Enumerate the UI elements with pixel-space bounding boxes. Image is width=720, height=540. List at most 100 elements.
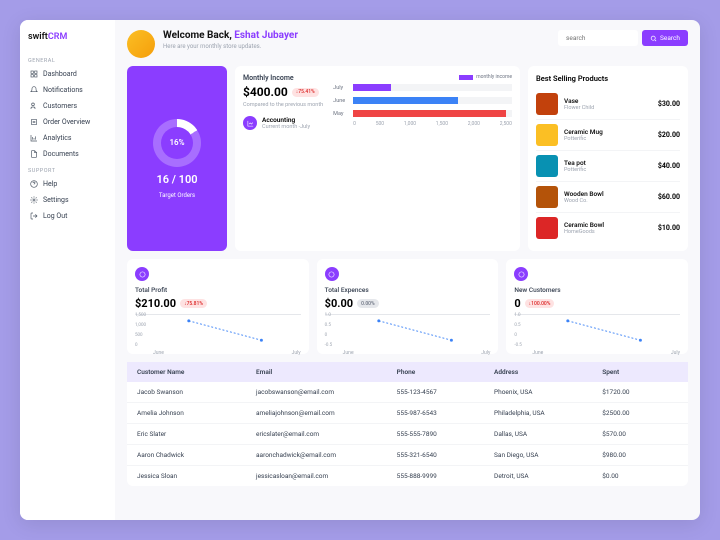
sidebar-item-help[interactable]: Help <box>28 176 107 192</box>
table-cell: jacobswanson@email.com <box>256 388 397 396</box>
sidebar-item-customers[interactable]: Customers <box>28 98 107 114</box>
table-cell: jessicasloan@email.com <box>256 472 397 480</box>
logo: swiftCRM <box>28 30 107 48</box>
accounting-title: Accounting <box>262 116 310 124</box>
stat-card-total-profit: Total Profit$210.00↓75.81%1,5001,0005000… <box>127 259 309 354</box>
table-header-cell[interactable]: Spent <box>602 368 678 376</box>
table-cell: 555-123-4567 <box>397 388 494 396</box>
bar-row: July <box>333 84 512 91</box>
greeting: Welcome Back, Eshat Jubayer Here are you… <box>163 30 298 50</box>
sparkline: 1.00.50-0.5JuneJuly <box>514 314 680 346</box>
orders-count: 16 / 100 <box>156 173 197 186</box>
table-header-cell[interactable]: Email <box>256 368 397 376</box>
sparkline: 1.00.50-0.5JuneJuly <box>325 314 491 346</box>
table-cell: ameliajohnson@email.com <box>256 409 397 417</box>
stat-card-new-customers: New Customers0↓100.00%1.00.50-0.5JuneJul… <box>506 259 688 354</box>
product-image <box>536 217 558 239</box>
sidebar-item-order-overview[interactable]: Order Overview <box>28 114 107 130</box>
topbar: Welcome Back, Eshat Jubayer Here are you… <box>127 30 688 58</box>
sidebar-item-label: Log Out <box>43 212 67 220</box>
stat-icon <box>325 267 339 281</box>
sidebar-item-label: Dashboard <box>43 70 77 78</box>
stat-card-total-expences: Total Expences$0.000.00%1.00.50-0.5JuneJ… <box>317 259 499 354</box>
sidebar-item-label: Analytics <box>43 134 72 142</box>
product-price: $10.00 <box>658 224 680 232</box>
sidebar-item-label: Help <box>43 180 57 188</box>
product-row[interactable]: VaseFlower Child$30.00 <box>536 89 680 120</box>
product-name: Wooden Bowl <box>564 190 652 198</box>
table-header-cell[interactable]: Customer Name <box>137 368 256 376</box>
table-row[interactable]: Jacob Swansonjacobswanson@email.com555-1… <box>127 382 688 403</box>
table-cell: $570.00 <box>602 430 678 438</box>
sidebar-item-documents[interactable]: Documents <box>28 146 107 162</box>
product-price: $60.00 <box>658 193 680 201</box>
product-row[interactable]: Wooden BowlWood Co. $60.00 <box>536 182 680 213</box>
table-cell: 555-987-6543 <box>397 409 494 417</box>
stat-icon <box>135 267 149 281</box>
chart-icon <box>30 134 38 142</box>
sidebar-item-label: Settings <box>43 196 69 204</box>
table-cell: $980.00 <box>602 451 678 459</box>
product-name: Vase <box>564 97 652 105</box>
welcome-heading: Welcome Back, Eshat Jubayer <box>163 30 298 41</box>
accounting-block[interactable]: AccountingCurrent month -July <box>243 116 323 130</box>
product-price: $20.00 <box>658 131 680 139</box>
sidebar-item-dashboard[interactable]: Dashboard <box>28 66 107 82</box>
table-cell: $0.00 <box>602 472 678 480</box>
search-input[interactable] <box>558 30 638 46</box>
best-selling-title: Best Selling Products <box>536 74 680 83</box>
sidebar-item-label: Documents <box>43 150 79 158</box>
product-sub: HomeGoods <box>564 229 652 235</box>
orders-label: Target Orders <box>159 192 195 199</box>
stat-change-badge: ↓75.81% <box>180 299 207 308</box>
table-cell: Detroit, USA <box>494 472 602 480</box>
monthly-income-card: Monthly Income $400.00↓75.41% Compared t… <box>235 66 520 251</box>
sidebar-item-label: Customers <box>43 102 77 110</box>
income-amount: $400.00↓75.41% <box>243 85 323 99</box>
product-image <box>536 93 558 115</box>
table-row[interactable]: Jessica Sloanjessicasloan@email.com555-8… <box>127 466 688 486</box>
accounting-icon <box>243 116 257 130</box>
table-cell: Eric Slater <box>137 430 256 438</box>
table-header-cell[interactable]: Address <box>494 368 602 376</box>
table-header-cell[interactable]: Phone <box>397 368 494 376</box>
table-cell: 555-555-7890 <box>397 430 494 438</box>
product-image <box>536 155 558 177</box>
product-sub: Wood Co. <box>564 198 652 204</box>
table-cell: Jacob Swanson <box>137 388 256 396</box>
stat-title: New Customers <box>514 286 680 294</box>
stat-change-badge: 0.00% <box>357 299 379 308</box>
stat-title: Total Expences <box>325 286 491 294</box>
file-icon <box>30 150 38 158</box>
main-content: Welcome Back, Eshat Jubayer Here are you… <box>115 20 700 520</box>
table-cell: Aaron Chadwick <box>137 451 256 459</box>
accounting-sub: Current month -July <box>262 124 310 130</box>
product-name: Ceramic Mug <box>564 128 652 136</box>
table-cell: Amelia Johnson <box>137 409 256 417</box>
avatar[interactable] <box>127 30 155 58</box>
income-change-badge: ↓75.41% <box>292 88 319 97</box>
sidebar-item-settings[interactable]: Settings <box>28 192 107 208</box>
sidebar-item-log-out[interactable]: Log Out <box>28 208 107 224</box>
sidebar-item-analytics[interactable]: Analytics <box>28 130 107 146</box>
bell-icon <box>30 86 38 94</box>
table-row[interactable]: Amelia Johnsonameliajohnson@email.com555… <box>127 403 688 424</box>
product-sub: Potterific <box>564 136 652 142</box>
table-row[interactable]: Eric Slaterericslater@email.com555-555-7… <box>127 424 688 445</box>
bar-row: May <box>333 110 512 117</box>
product-row[interactable]: Ceramic MugPotterific $20.00 <box>536 120 680 151</box>
stat-value: $210.00↓75.81% <box>135 297 301 310</box>
product-row[interactable]: Ceramic BowlHomeGoods$10.00 <box>536 213 680 243</box>
table-cell: Dallas, USA <box>494 430 602 438</box>
sidebar-item-label: Notifications <box>43 86 83 94</box>
product-image <box>536 186 558 208</box>
table-cell: San Diego, USA <box>494 451 602 459</box>
chart-legend: monthly income <box>476 74 512 80</box>
sidebar-item-notifications[interactable]: Notifications <box>28 82 107 98</box>
target-orders-card: 16% 16 / 100 Target Orders <box>127 66 227 251</box>
table-cell: 555-888-9999 <box>397 472 494 480</box>
table-row[interactable]: Aaron Chadwickaaronchadwick@email.com555… <box>127 445 688 466</box>
welcome-subtitle: Here are your monthly store updates. <box>163 43 298 50</box>
product-row[interactable]: Tea potPotterific$40.00 <box>536 151 680 182</box>
search-button[interactable]: Search <box>642 30 688 46</box>
